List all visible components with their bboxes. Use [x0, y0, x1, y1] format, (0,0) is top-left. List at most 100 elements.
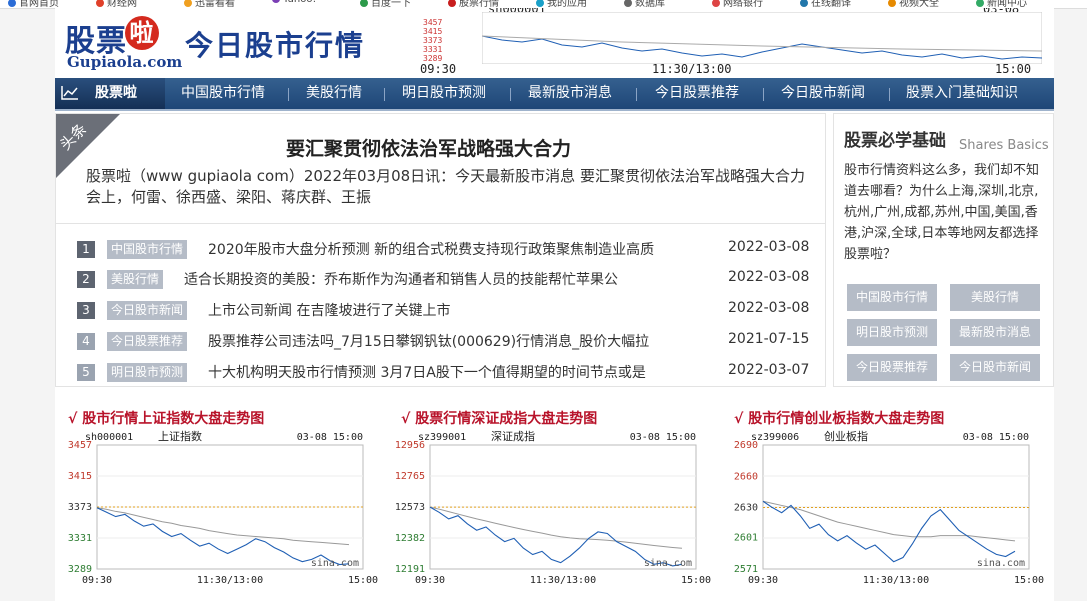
nav-home[interactable]: 股票啦 [55, 78, 165, 109]
list-item[interactable]: 3 今日股市新闻 上市公司新闻 在吉隆坡进行了关键上市 2022-03-08 [56, 295, 827, 326]
bookmark-item[interactable]: 官网首页 [8, 0, 59, 8]
nav-divider [889, 88, 890, 101]
header: 股票啦 Gupiaola.com 今日股市行情 sh000001 03-08 1… [55, 8, 1054, 78]
news-rank: 1 [77, 241, 95, 258]
x-tick-label: 11:30/13:00 [530, 575, 596, 586]
news-title[interactable]: 适合长期投资的美股：乔布斯作为沟通者和销售人员的技能帮忙苹果公 [184, 269, 618, 289]
news-rank: 4 [77, 333, 95, 350]
y-tick-label: 2571 [734, 564, 758, 575]
bookmark-favicon-icon [888, 0, 896, 7]
site-slogan: 今日股市行情 [185, 29, 366, 62]
intraday-chart-shanghai: sh000001 上证指数 03-08 15:00 3457 3415 3373 3331 3… [68, 430, 378, 586]
y-tick-label: 2660 [734, 471, 758, 482]
chart-title[interactable]: √ 股票行情深证成指大盘走势图 [401, 408, 597, 428]
y-tick-label: 3457 [68, 440, 92, 451]
basics-title: 股票必学基础 [844, 131, 946, 151]
nav-item-latest-news[interactable]: 最新股市消息 [528, 78, 612, 109]
news-category[interactable]: 明日股市预测 [107, 363, 188, 382]
basics-button-china-market[interactable]: 中国股市行情 [847, 284, 937, 311]
x-tick-label: 09:30 [748, 575, 778, 586]
x-tick-label: 09:30 [415, 575, 445, 586]
news-rank: 2 [77, 271, 95, 288]
headline-title[interactable]: 要汇聚贯彻依法治军战略强大合力 [286, 134, 571, 161]
bookmark-favicon-icon [360, 0, 368, 7]
news-title[interactable]: 股票推荐公司违法吗_7月15日攀钢钒钛(000629)行情消息_股价大幅拉 [208, 331, 649, 351]
list-item[interactable]: 2 美股行情 适合长期投资的美股：乔布斯作为沟通者和销售人员的技能帮忙苹果公 2… [56, 264, 827, 295]
y-tick-label: 3373 [68, 502, 92, 513]
nav-item-basics[interactable]: 股票入门基础知识 [906, 78, 1018, 109]
news-title[interactable]: 上市公司新闻 在吉隆坡进行了关键上市 [208, 300, 450, 320]
chart-index-name: 上证指数 [158, 430, 202, 443]
intraday-chart-chinext: sz399006 创业板指 03-08 15:00 2690 2660 2630 2601 2… [734, 430, 1044, 586]
index-ticker[interactable]: sh000001 03-08 15:00 3457 3415 3373 3331… [420, 8, 1050, 74]
basics-button-stock-picks[interactable]: 今日股票推荐 [847, 354, 937, 381]
list-item[interactable]: 5 明日股市预测 十大机构明天股市行情预测 3月7日A股下一个值得期望的时间节点… [56, 357, 827, 388]
basics-subtitle: Shares Basics [959, 138, 1049, 153]
nav-divider [636, 88, 637, 101]
y-tick-label: 2630 [734, 503, 758, 514]
bookmark-favicon-icon [184, 0, 192, 7]
news-category[interactable]: 今日股市新闻 [107, 301, 188, 320]
news-category[interactable]: 中国股市行情 [107, 240, 188, 259]
chart-title[interactable]: √ 股市行情创业板指数大盘走势图 [734, 408, 944, 428]
news-title[interactable]: 十大机构明天股市行情预测 3月7日A股下一个值得期望的时间节点或是 [208, 362, 646, 382]
ticker-price: 3373 [423, 36, 443, 45]
news-list: 1 中国股市行情 2020年股市大盘分析预测 新的组合式税费支持现行政策聚焦制造… [55, 224, 826, 387]
source-watermark: sina.com [977, 558, 1025, 569]
basics-button-forecast[interactable]: 明日股市预测 [847, 319, 937, 346]
chart-panel-shenzhen[interactable]: √ 股票行情深证成指大盘走势图 sz399001 深证成指 03-08 15:00 1… [388, 394, 711, 601]
logo-badge: 啦 [125, 16, 159, 50]
bookmark-favicon-icon [976, 0, 984, 7]
chart-timestamp: 03-08 15:00 [963, 432, 1029, 443]
ticker-prices: 3457 3415 3373 3331 3289 [423, 18, 481, 63]
basics-button-market-news[interactable]: 今日股市新闻 [950, 354, 1040, 381]
chart-timestamp: 03-08 15:00 [630, 432, 696, 443]
y-tick-label: 3289 [68, 564, 92, 575]
y-tick-label: 3415 [68, 471, 92, 482]
news-category[interactable]: 美股行情 [107, 270, 164, 289]
chart-code: sh000001 [85, 432, 133, 443]
list-item[interactable]: 1 中国股市行情 2020年股市大盘分析预测 新的组合式税费支持现行政策聚焦制造… [56, 234, 827, 265]
news-rank: 5 [77, 364, 95, 381]
ticker-time-start: 09:30 [420, 62, 457, 74]
chart-panel-chinext[interactable]: √ 股市行情创业板指数大盘走势图 sz399006 创业板指 03-08 15:00… [721, 394, 1044, 601]
news-date: 2022-03-08 [728, 269, 810, 285]
basics-description: 股市行情资料这么多，我们却不知道去哪看？为什么上海,深圳,北京,杭州,广州,成都… [844, 163, 1040, 262]
nav-divider [288, 88, 289, 101]
headline-summary: 股票啦（www gupiaola com）2022年03月08日讯：今天最新股市… [86, 167, 805, 206]
y-tick-label: 12573 [395, 502, 425, 513]
ticker-time-end: 15:00 [995, 62, 1032, 74]
page: 股票啦 Gupiaola.com 今日股市行情 sh000001 03-08 1… [55, 8, 1054, 601]
y-tick-label: 12765 [395, 471, 425, 482]
bookmark-item[interactable]: Yahoo! [272, 0, 316, 5]
x-tick-label: 09:30 [82, 575, 112, 586]
y-tick-label: 12956 [395, 440, 425, 451]
chart-panel-shanghai[interactable]: √ 股市行情上证指数大盘走势图 sh000001 上证指数 03-08 15:00 3… [55, 394, 378, 601]
nav-item-us-stocks[interactable]: 美股行情 [306, 78, 362, 109]
basics-button-us-stocks[interactable]: 美股行情 [950, 284, 1040, 311]
y-tick-label: 2601 [734, 533, 758, 544]
y-tick-label: 3331 [68, 533, 92, 544]
bookmark-favicon-icon [8, 0, 16, 7]
x-tick-label: 15:00 [681, 575, 711, 586]
chart-timestamp: 03-08 15:00 [297, 432, 363, 443]
nav-divider [510, 88, 511, 101]
intraday-chart-shenzhen: sz399001 深证成指 03-08 15:00 12956 12765 12573 12… [395, 430, 711, 586]
nav-item-tomorrow-forecast[interactable]: 明日股市预测 [402, 78, 486, 109]
chart-code: sz399001 [418, 432, 466, 443]
news-category[interactable]: 今日股票推荐 [107, 332, 188, 351]
list-item[interactable]: 4 今日股票推荐 股票推荐公司违法吗_7月15日攀钢钒钛(000629)行情消息… [56, 326, 827, 357]
basics-panel: 股票必学基础 Shares Basics 股市行情资料这么多，我们却不知道去哪看… [833, 113, 1054, 387]
bookmark-favicon-icon [624, 0, 632, 7]
chart-index-name: 创业板指 [824, 430, 868, 443]
charts-section: √ 股市行情上证指数大盘走势图 sh000001 上证指数 03-08 15:00 3… [55, 394, 1054, 601]
nav-item-stock-picks[interactable]: 今日股票推荐 [655, 78, 739, 109]
y-tick-label: 2690 [734, 440, 758, 451]
basics-button-latest-news[interactable]: 最新股市消息 [950, 319, 1040, 346]
nav-item-market-news[interactable]: 今日股市新闻 [781, 78, 865, 109]
headline-panel: 头条 要汇聚贯彻依法治军战略强大合力 股票啦（www gupiaola com）… [55, 113, 826, 224]
chart-title[interactable]: √ 股市行情上证指数大盘走势图 [68, 408, 264, 428]
news-title[interactable]: 2020年股市大盘分析预测 新的组合式税费支持现行政策聚焦制造业高质 [208, 239, 654, 259]
nav-item-china-market[interactable]: 中国股市行情 [181, 78, 265, 109]
y-tick-label: 12382 [395, 533, 425, 544]
